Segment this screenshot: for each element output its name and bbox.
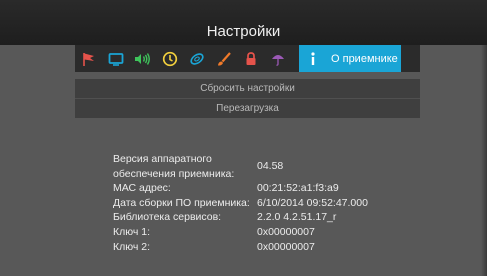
clock-icon <box>162 51 177 66</box>
info-value: 6/10/2014 09:52:47.000 <box>257 196 368 209</box>
info-value: 2.2.0 4.2.51.17_r <box>257 211 337 224</box>
info-row: Библиотека сервисов: 2.2.0 4.2.51.17_r <box>113 210 413 225</box>
settings-tabbar: О приемнике <box>75 45 420 72</box>
info-key: Дата сборки ПО приемника: <box>113 196 250 209</box>
info-key: МАС адрес: <box>113 182 171 195</box>
reset-settings-button[interactable]: Сбросить настройки <box>75 79 420 98</box>
lock-icon <box>246 51 255 65</box>
tab-network[interactable] <box>183 45 210 72</box>
tab-about-receiver[interactable]: О приемнике <box>299 45 401 72</box>
info-value: 04.58 <box>257 160 284 173</box>
page-title: Настройки <box>206 23 281 40</box>
header: Настройки <box>0 0 487 45</box>
info-value: 0x00000007 <box>257 225 315 238</box>
tab-audio[interactable] <box>129 45 156 72</box>
info-key: Библиотека сервисов: <box>113 211 222 224</box>
info-value: 0x00000007 <box>257 240 315 253</box>
tab-about-receiver-label: О приемнике <box>331 52 398 65</box>
settings-screen: Настройки О приемнике Сбросить настройки… <box>0 0 487 276</box>
action-menu: Сбросить настройки Перезагрузка <box>75 79 420 118</box>
info-row: Дата сборки ПО приемника: 6/10/2014 09:5… <box>113 196 413 211</box>
info-row: Версия аппаратного обеспечения приемника… <box>113 152 413 181</box>
tab-video[interactable] <box>102 45 129 72</box>
info-value: 00:21:52:a1:f3:a9 <box>257 182 339 195</box>
flag-icon <box>82 52 94 66</box>
parental-icon <box>271 54 284 66</box>
tab-region[interactable] <box>75 45 102 72</box>
info-row: Ключ 2: 0x00000007 <box>113 240 413 255</box>
reboot-button[interactable]: Перезагрузка <box>75 99 420 118</box>
tab-appearance[interactable] <box>210 45 237 72</box>
info-key: Версия аппаратного обеспечения приемника… <box>113 153 235 180</box>
info-key: Ключ 1: <box>113 225 151 238</box>
info-row: МАС адрес: 00:21:52:a1:f3:a9 <box>113 181 413 196</box>
sound-icon <box>134 52 150 65</box>
info-key: Ключ 2: <box>113 240 151 253</box>
network-icon <box>189 52 204 65</box>
receiver-info: Версия аппаратного обеспечения приемника… <box>113 152 413 254</box>
tab-time[interactable] <box>156 45 183 72</box>
tab-security[interactable] <box>237 45 264 72</box>
brush-icon <box>217 51 231 66</box>
tv-icon <box>108 52 123 66</box>
tab-parental[interactable] <box>264 45 291 72</box>
screen-edge <box>481 45 487 276</box>
info-row: Ключ 1: 0x00000007 <box>113 225 413 240</box>
info-icon <box>299 51 327 67</box>
